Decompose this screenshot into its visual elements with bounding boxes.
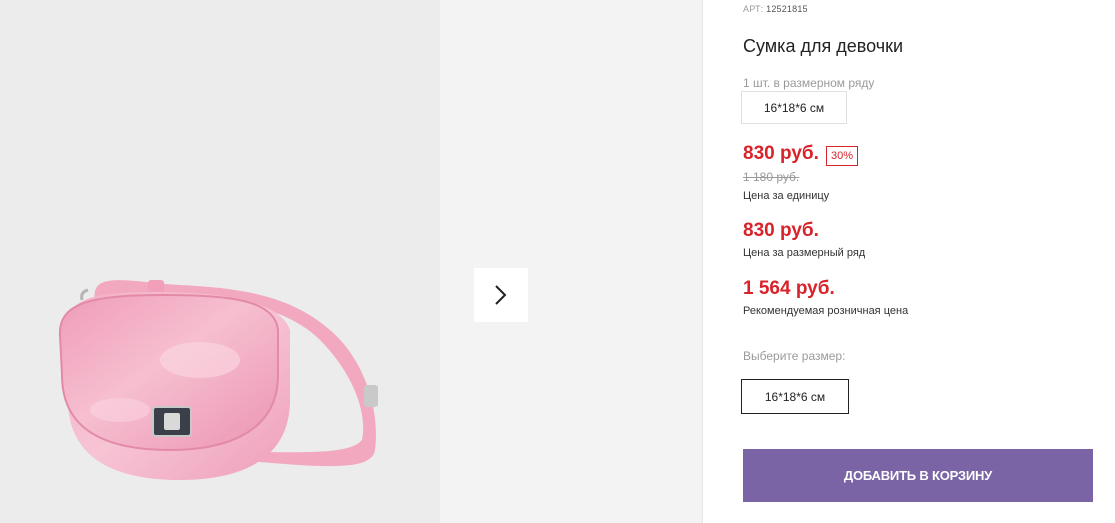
unit-price-caption: Цена за единицу: [743, 190, 830, 202]
size-row-chip: 16*18*6 см: [741, 91, 847, 124]
size-row-note: 1 шт. в размерном ряду: [743, 76, 875, 90]
choose-size-label: Выберите размер:: [743, 349, 846, 363]
product-image-main[interactable]: [0, 0, 440, 523]
gallery-next-button[interactable]: [474, 268, 528, 322]
article-label: АРТ:: [743, 4, 764, 14]
old-price: 1 180 руб.: [743, 170, 800, 184]
retail-price-caption: Рекомендуемая розничная цена: [743, 305, 909, 317]
size-option-button[interactable]: 16*18*6 см: [741, 379, 849, 414]
unit-price: 830 руб.: [743, 143, 819, 164]
discount-badge: 30%: [826, 146, 859, 166]
retail-price: 1 564 руб.: [743, 278, 835, 299]
pink-bag-illustration: [58, 280, 378, 480]
panel-divider: [702, 0, 703, 523]
article-number: АРТ: 12521815: [743, 4, 808, 14]
product-image-secondary: [440, 0, 702, 523]
row-price: 830 руб.: [743, 220, 819, 241]
row-price-caption: Цена за размерный ряд: [743, 247, 866, 259]
article-value: 12521815: [766, 4, 808, 14]
product-gallery: [0, 0, 702, 523]
add-to-cart-button[interactable]: ДОБАВИТЬ В КОРЗИНУ: [743, 449, 1093, 502]
product-title: Сумка для девочки: [743, 36, 904, 56]
chevron-right-icon: [495, 285, 507, 305]
